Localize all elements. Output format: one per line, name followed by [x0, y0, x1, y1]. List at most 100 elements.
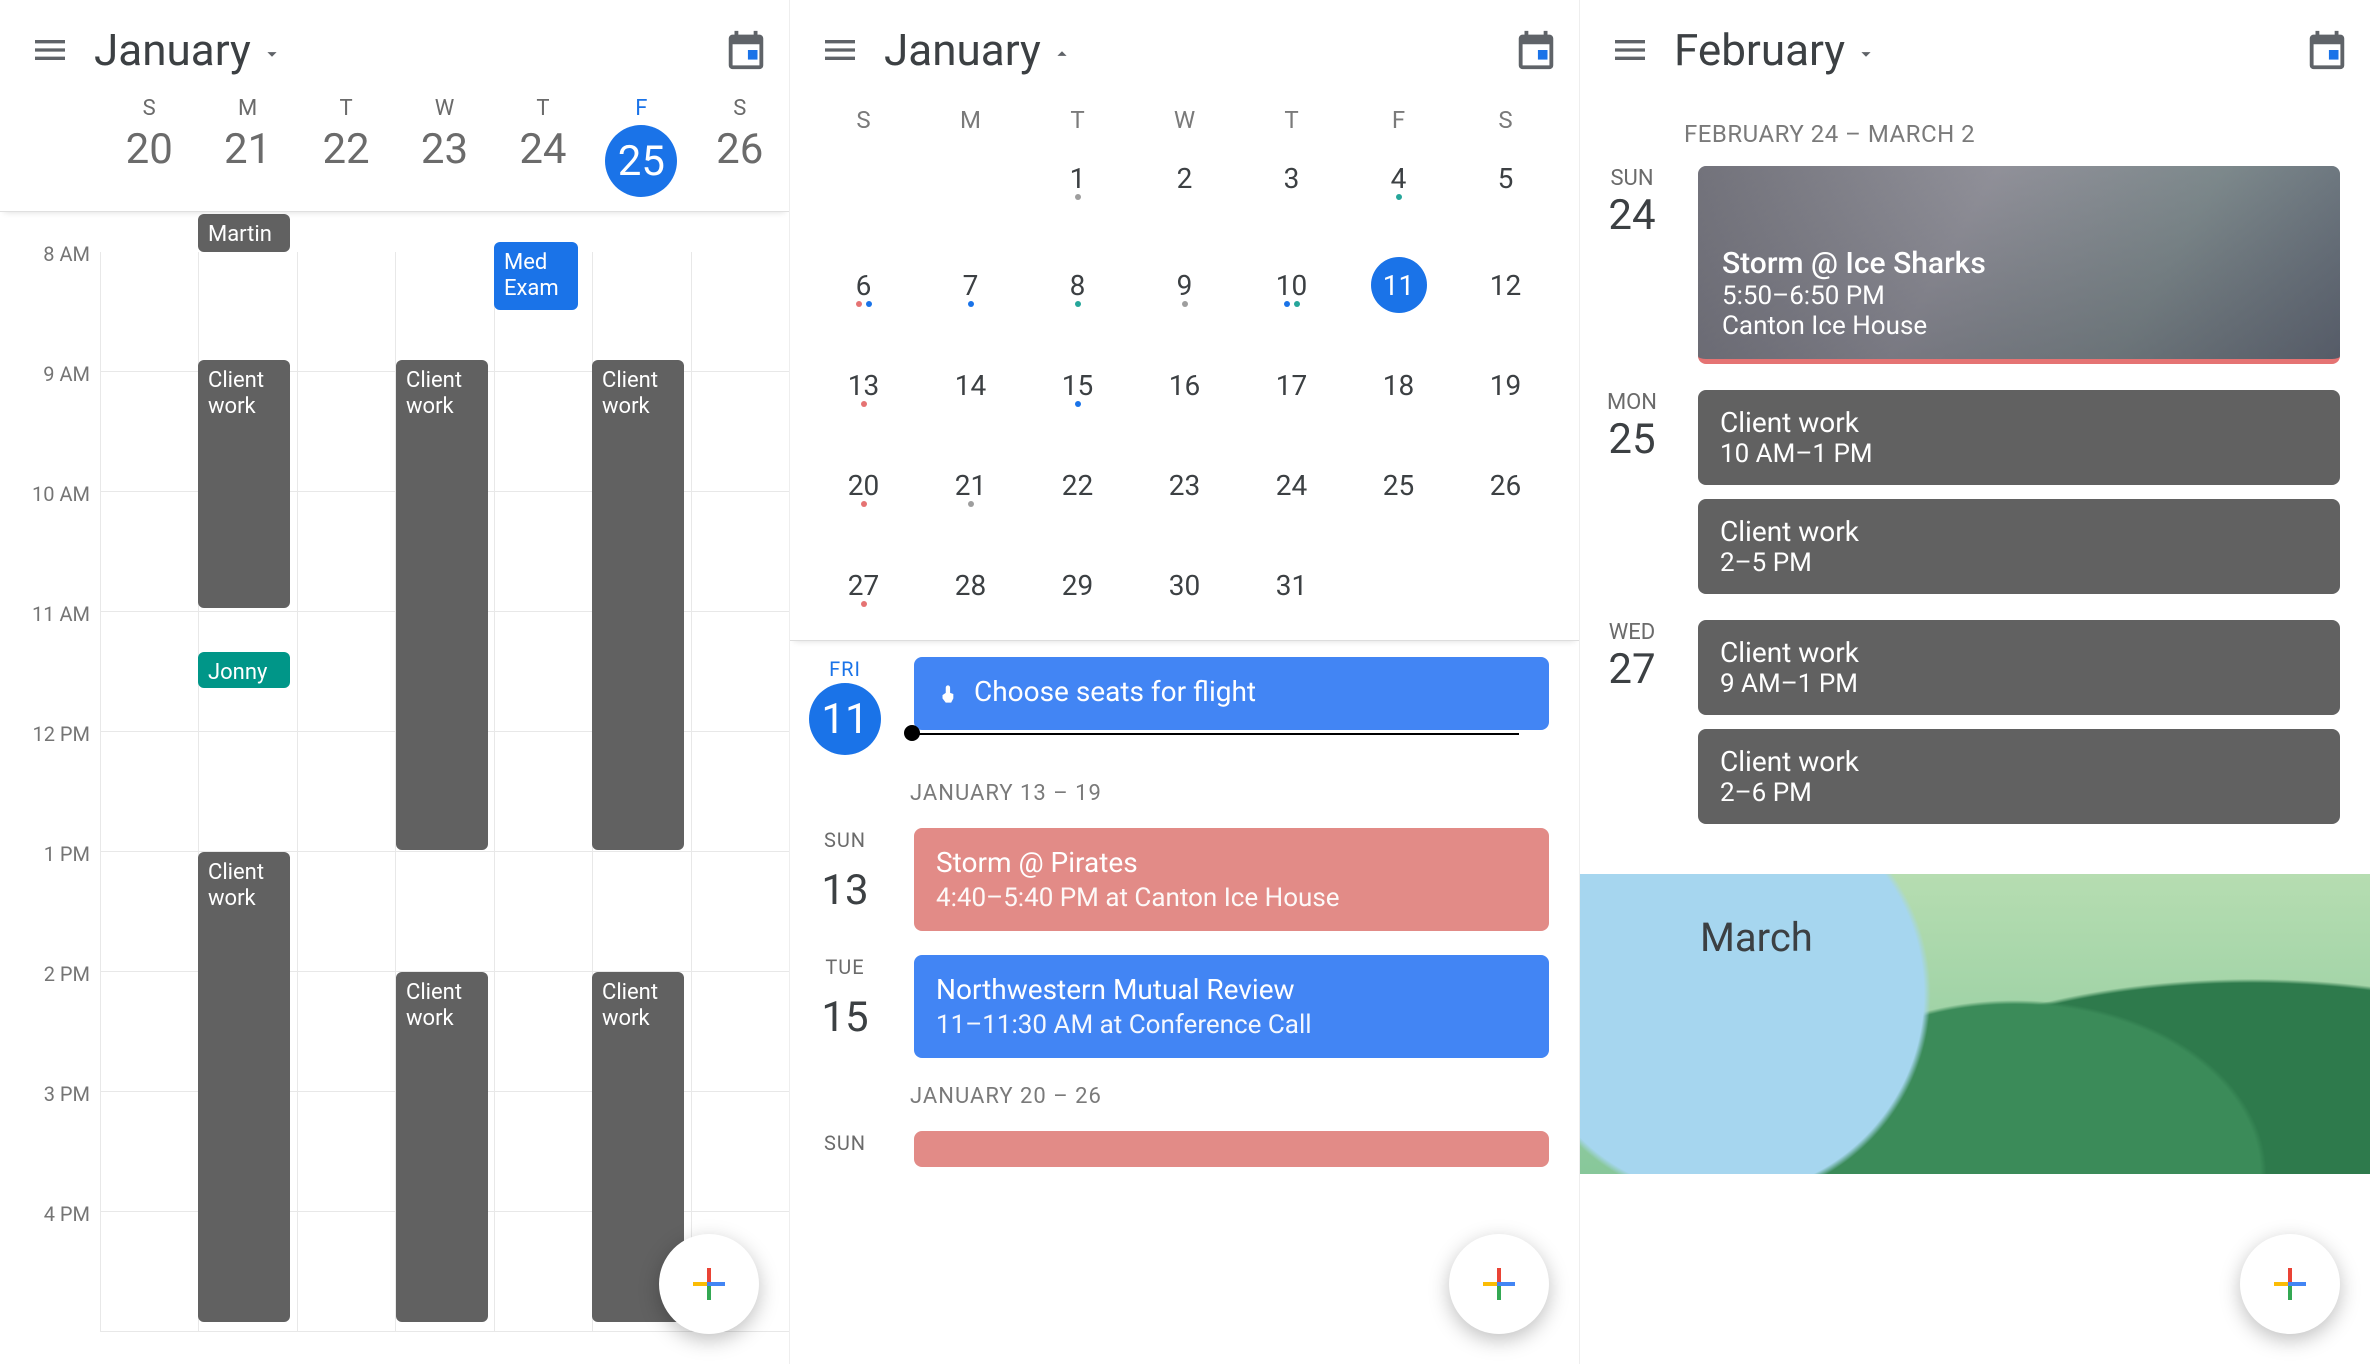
menu-icon[interactable] — [820, 30, 860, 70]
mini-calendar-grid[interactable]: 1234567891011121314151617181920212223242… — [810, 150, 1559, 620]
mini-calendar-day — [810, 150, 917, 213]
mini-calendar-day[interactable]: 2 — [1131, 150, 1238, 213]
month-banner-label: March — [1700, 914, 1813, 961]
day-header[interactable]: M21 — [198, 96, 296, 197]
day-header-today[interactable]: F25 — [592, 96, 690, 197]
event-client-work[interactable]: Client work — [198, 360, 290, 608]
mini-calendar-day[interactable]: 29 — [1024, 557, 1131, 620]
mini-calendar-day[interactable]: 20 — [810, 457, 917, 513]
month-selector[interactable]: January — [94, 24, 699, 76]
event-med-exam[interactable]: Med Exam — [494, 242, 578, 310]
plus-icon — [2266, 1260, 2314, 1308]
mini-calendar-day[interactable]: 25 — [1345, 457, 1452, 513]
mini-calendar-day[interactable]: 21 — [917, 457, 1024, 513]
mini-calendar-day[interactable]: 4 — [1345, 150, 1452, 213]
hour-label: 2 PM — [0, 960, 100, 1080]
mini-calendar-day[interactable]: 22 — [1024, 457, 1131, 513]
time-grid[interactable]: 8 AM 9 AM 10 AM 11 AM 12 PM 1 PM 2 PM 3 … — [0, 252, 789, 1352]
date-range-label: JANUARY 20 – 26 — [910, 1084, 1549, 1109]
hour-label: 11 AM — [0, 600, 100, 720]
agenda-event[interactable]: Northwestern Mutual Review 11–11:30 AM a… — [914, 955, 1549, 1058]
mini-calendar-day[interactable]: 5 — [1452, 150, 1559, 213]
schedule-event[interactable]: Client work 9 AM–1 PM — [1698, 620, 2340, 715]
add-event-fab[interactable] — [1449, 1234, 1549, 1334]
agenda-event[interactable]: Storm @ Pirates 4:40–5:40 PM at Canton I… — [914, 828, 1549, 931]
mini-calendar-day[interactable]: 9 — [1131, 257, 1238, 313]
add-event-fab[interactable] — [2240, 1234, 2340, 1334]
mini-calendar-day[interactable]: 31 — [1238, 557, 1345, 620]
reminder-icon — [936, 681, 962, 707]
mini-calendar-day[interactable]: 3 — [1238, 150, 1345, 213]
schedule-date: WED 27 — [1590, 620, 1674, 824]
event-client-work[interactable]: Client work — [592, 360, 684, 850]
mini-calendar-day[interactable]: 26 — [1452, 457, 1559, 513]
month-label: January — [94, 24, 251, 76]
mini-calendar-day — [1452, 557, 1559, 620]
schedule-event[interactable]: Client work 2–6 PM — [1698, 729, 2340, 824]
calendar-today-icon[interactable] — [1513, 27, 1559, 73]
day-header[interactable]: S20 — [100, 96, 198, 197]
event-client-work[interactable]: Client work — [396, 972, 488, 1322]
hour-label: 10 AM — [0, 480, 100, 600]
mini-calendar-day[interactable]: 15 — [1024, 357, 1131, 413]
chevron-down-icon — [261, 24, 283, 76]
event-martin[interactable]: Martin — [198, 214, 290, 252]
mini-calendar-day[interactable]: 27 — [810, 557, 917, 620]
day-header[interactable]: W23 — [395, 96, 493, 197]
event-jonny[interactable]: Jonny — [198, 652, 290, 688]
mini-calendar-header: SMTWTFS — [810, 106, 1559, 134]
mini-calendar-day[interactable]: 11 — [1345, 257, 1452, 313]
mini-calendar-day[interactable]: 16 — [1131, 357, 1238, 413]
month-selector[interactable]: February — [1674, 24, 2280, 76]
calendar-today-icon[interactable] — [2304, 27, 2350, 73]
header: January — [790, 0, 1579, 96]
now-indicator-line — [918, 733, 1519, 735]
day-header[interactable]: S26 — [691, 96, 789, 197]
day-header[interactable]: T24 — [494, 96, 592, 197]
date-range-label: FEBRUARY 24 – MARCH 2 — [1580, 96, 2370, 166]
mini-calendar-day[interactable]: 1 — [1024, 150, 1131, 213]
mini-calendar-day[interactable]: 19 — [1452, 357, 1559, 413]
schedule-event-hero[interactable]: Storm @ Ice Sharks 5:50–6:50 PM Canton I… — [1698, 166, 2340, 364]
mini-calendar-day[interactable]: 18 — [1345, 357, 1452, 413]
menu-icon[interactable] — [1610, 30, 1650, 70]
mini-calendar-day[interactable]: 17 — [1238, 357, 1345, 413]
agenda-date: SUN 13 — [800, 828, 890, 926]
mini-calendar: SMTWTFS 12345678910111213141516171819202… — [790, 96, 1579, 641]
month-label: February — [1674, 24, 1845, 76]
mini-calendar-day[interactable]: 24 — [1238, 457, 1345, 513]
mini-calendar-day[interactable]: 7 — [917, 257, 1024, 313]
mini-calendar-day[interactable]: 13 — [810, 357, 917, 413]
mini-calendar-day[interactable]: 14 — [917, 357, 1024, 413]
agenda-date: SUN — [800, 1131, 890, 1155]
chevron-down-icon — [1855, 24, 1877, 76]
mini-calendar-day[interactable]: 30 — [1131, 557, 1238, 620]
schedule-event[interactable]: Client work 10 AM–1 PM — [1698, 390, 2340, 485]
mini-calendar-day — [917, 150, 1024, 213]
hour-label: 3 PM — [0, 1080, 100, 1200]
plus-icon — [1475, 1260, 1523, 1308]
mini-calendar-day[interactable]: 28 — [917, 557, 1024, 620]
month-selector[interactable]: January — [884, 24, 1489, 76]
header: January — [0, 0, 789, 96]
schedule-view-panel: February FEBRUARY 24 – MARCH 2 SUN 24 St… — [1580, 0, 2370, 1364]
mini-calendar-day[interactable]: 23 — [1131, 457, 1238, 513]
day-header[interactable]: T22 — [297, 96, 395, 197]
mini-calendar-day[interactable]: 12 — [1452, 257, 1559, 313]
month-banner: March — [1580, 874, 2370, 1174]
add-event-fab[interactable] — [659, 1234, 759, 1334]
schedule-date: SUN 24 — [1590, 166, 1674, 364]
week-view-panel: January S20 M21 T22 W23 T24 F25 S26 8 AM… — [0, 0, 790, 1364]
agenda-event[interactable] — [914, 1131, 1549, 1167]
menu-icon[interactable] — [30, 30, 70, 70]
reminder-event[interactable]: Choose seats for flight — [914, 657, 1549, 730]
mini-calendar-day — [1345, 557, 1452, 620]
header: February — [1580, 0, 2370, 96]
event-client-work[interactable]: Client work — [396, 360, 488, 850]
mini-calendar-day[interactable]: 8 — [1024, 257, 1131, 313]
calendar-today-icon[interactable] — [723, 27, 769, 73]
schedule-event[interactable]: Client work 2–5 PM — [1698, 499, 2340, 594]
mini-calendar-day[interactable]: 6 — [810, 257, 917, 313]
mini-calendar-day[interactable]: 10 — [1238, 257, 1345, 313]
event-client-work[interactable]: Client work — [198, 852, 290, 1322]
